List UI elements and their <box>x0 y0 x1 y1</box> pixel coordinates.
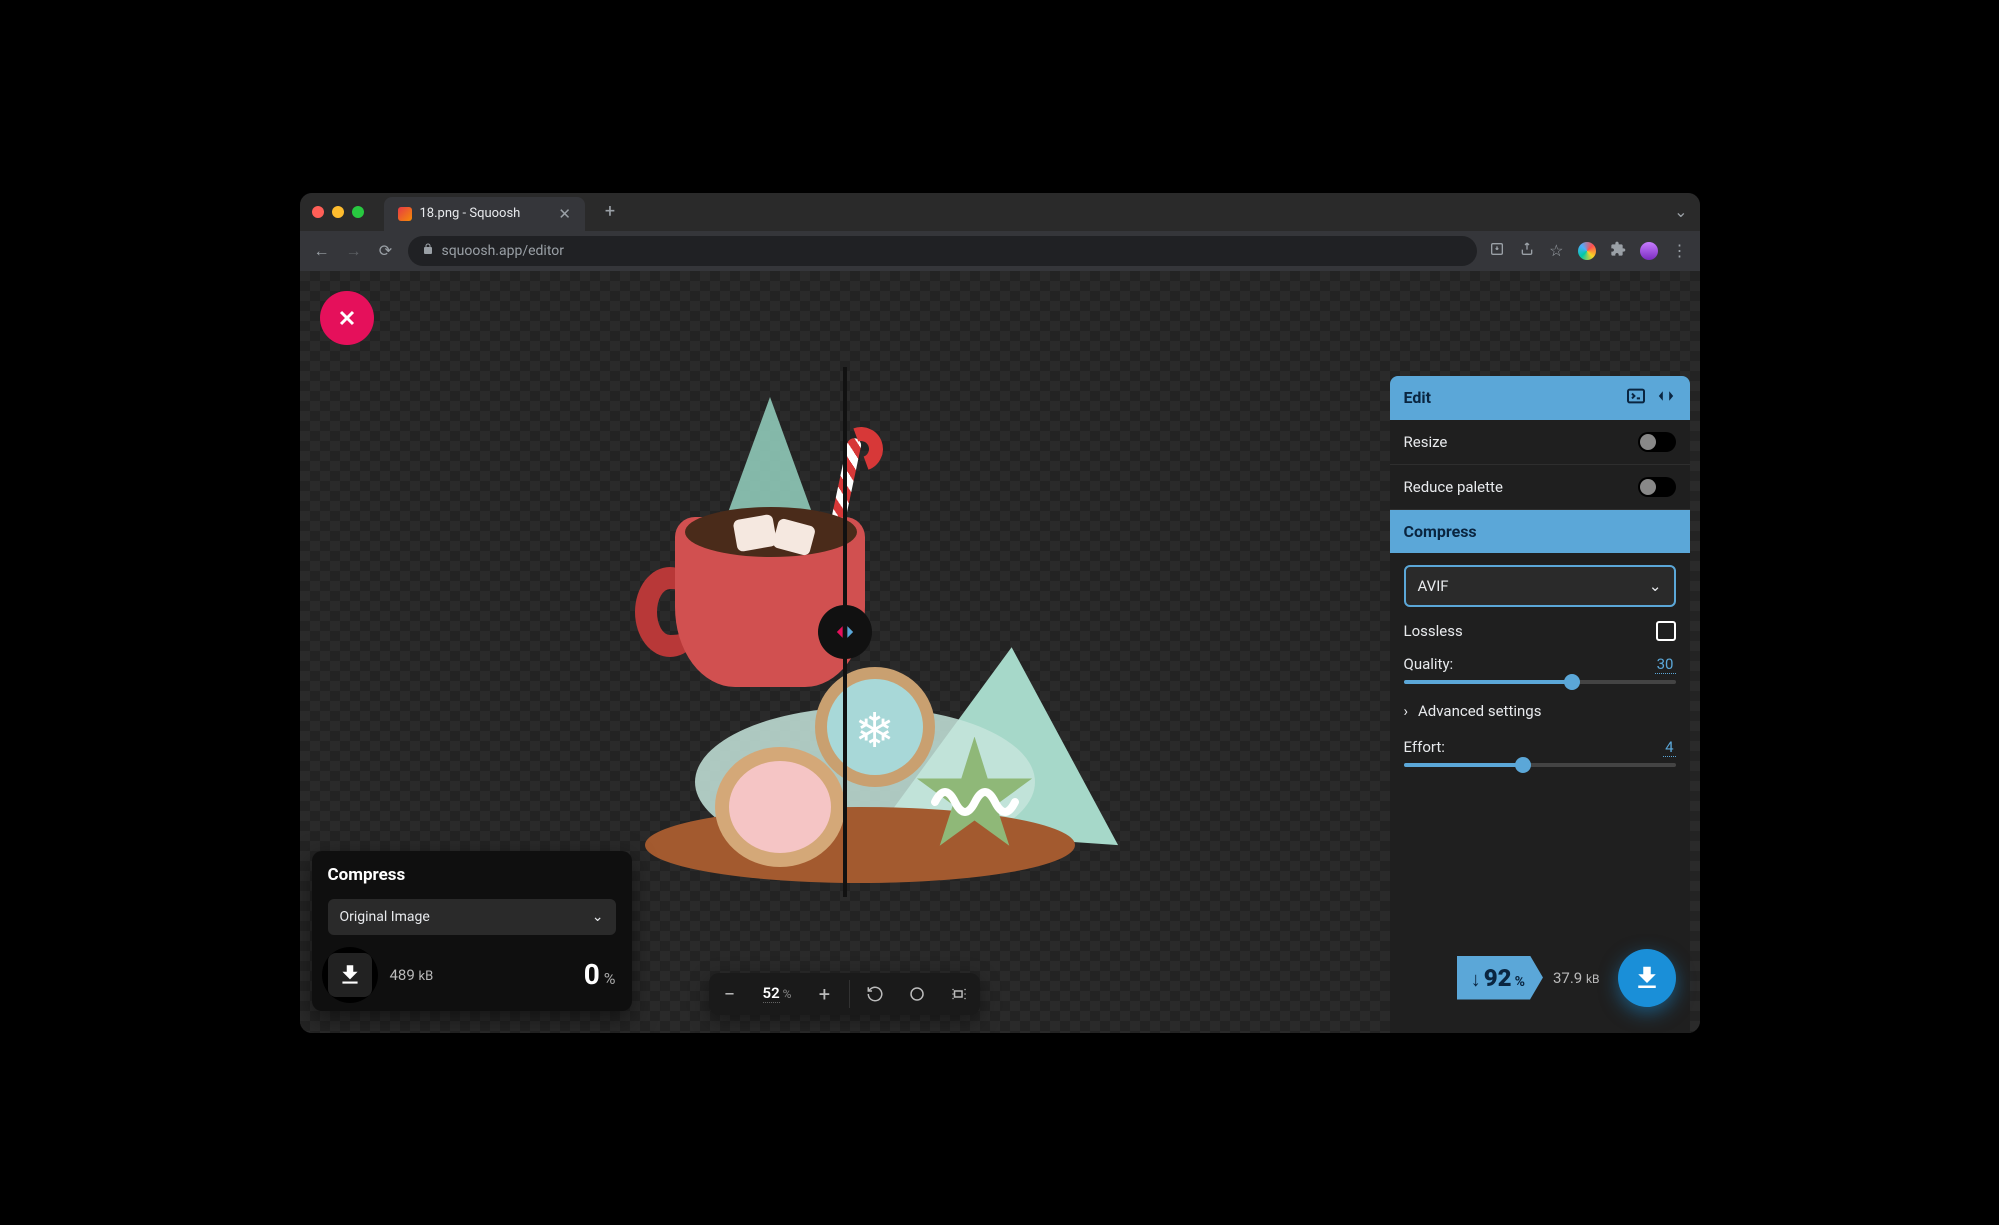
install-icon[interactable] <box>1489 241 1505 261</box>
left-filesize: 489 kB <box>390 966 434 984</box>
resize-row: Resize <box>1390 420 1690 465</box>
window-minimize-icon[interactable] <box>332 206 344 218</box>
lossless-checkbox[interactable] <box>1656 621 1676 641</box>
lossless-row: Lossless <box>1404 621 1676 641</box>
preview-image: ❄ <box>575 367 1115 897</box>
left-codec-label: Original Image <box>340 909 430 925</box>
forward-button[interactable]: → <box>344 241 364 261</box>
tabs-overflow-icon[interactable]: ⌄ <box>1674 202 1687 221</box>
left-panel-title: Compress <box>328 865 616 885</box>
resize-label: Resize <box>1404 433 1448 451</box>
toolbar-actions: ☆ ⋮ <box>1489 241 1687 261</box>
zoom-out-button[interactable]: − <box>709 973 751 1015</box>
left-compress-panel: Compress Original Image ⌄ 489 kB 0% <box>312 851 632 1011</box>
app-canvas: ❄ Compress Original Image ⌄ <box>300 271 1700 1033</box>
tab-close-icon[interactable]: ✕ <box>558 205 571 223</box>
traffic-lights <box>312 206 364 218</box>
extensions-icon[interactable] <box>1610 241 1626 261</box>
favicon-icon <box>398 207 412 221</box>
advanced-settings-toggle[interactable]: › Advanced settings <box>1404 698 1676 724</box>
fit-screen-button[interactable] <box>938 973 980 1015</box>
back-button[interactable]: ← <box>312 241 332 261</box>
zoom-controls: − 52 % + <box>709 973 981 1015</box>
advanced-label: Advanced settings <box>1418 702 1541 720</box>
reduce-palette-row: Reduce palette <box>1390 465 1690 510</box>
comparison-handle[interactable] <box>818 605 872 659</box>
effort-slider[interactable] <box>1404 763 1676 767</box>
reload-button[interactable]: ⟳ <box>376 241 396 260</box>
browser-toolbar: ← → ⟳ squoosh.app/editor ☆ ⋮ <box>300 231 1700 271</box>
lossless-label: Lossless <box>1404 622 1463 640</box>
quality-label: Quality: <box>1404 655 1454 674</box>
effort-value[interactable]: 4 <box>1663 738 1675 757</box>
new-tab-button[interactable]: + <box>605 201 615 222</box>
effort-row: Effort: 4 <box>1404 738 1676 767</box>
browser-window: 18.png - Squoosh ✕ + ⌄ ← → ⟳ squoosh.app… <box>300 193 1700 1033</box>
edit-header: Edit <box>1390 376 1690 420</box>
savings-badge: ↓92% <box>1457 956 1543 1000</box>
bookmark-icon[interactable]: ☆ <box>1549 241 1563 260</box>
left-stats: 489 kB 0% <box>328 953 616 997</box>
menu-icon[interactable]: ⋮ <box>1672 241 1688 260</box>
close-editor-button[interactable] <box>320 291 374 345</box>
left-codec-select[interactable]: Original Image ⌄ <box>328 899 616 935</box>
rotate-button[interactable] <box>854 973 896 1015</box>
window-close-icon[interactable] <box>312 206 324 218</box>
codec-label: AVIF <box>1418 577 1449 595</box>
image-preview-area[interactable]: ❄ Compress Original Image ⌄ <box>300 271 1390 1033</box>
compress-header: Compress <box>1390 510 1690 553</box>
quality-row: Quality: 30 <box>1404 655 1676 684</box>
reduce-palette-toggle[interactable] <box>1638 477 1676 497</box>
background-toggle-button[interactable] <box>896 973 938 1015</box>
lock-icon <box>422 243 434 259</box>
resize-toggle[interactable] <box>1638 432 1676 452</box>
cli-icon[interactable] <box>1626 388 1646 408</box>
extension-icon[interactable] <box>1578 242 1596 260</box>
url-text: squoosh.app/editor <box>442 243 565 259</box>
browser-tab[interactable]: 18.png - Squoosh ✕ <box>384 197 585 231</box>
download-right-button[interactable] <box>1618 949 1676 1007</box>
chevron-right-icon: › <box>1404 702 1409 720</box>
reduce-palette-label: Reduce palette <box>1404 478 1503 496</box>
codec-select[interactable]: AVIF ⌄ <box>1404 565 1676 607</box>
url-bar[interactable]: squoosh.app/editor <box>408 236 1478 266</box>
window-maximize-icon[interactable] <box>352 206 364 218</box>
zoom-level[interactable]: 52 % <box>751 984 804 1003</box>
right-options-panel: Edit Resize Reduce palette Compress AVIF <box>1390 376 1690 1033</box>
swap-panels-icon[interactable] <box>1656 388 1676 408</box>
quality-value[interactable]: 30 <box>1655 655 1676 674</box>
right-footer: ↓92% 37.9 kB <box>1404 937 1676 1021</box>
chevron-down-icon: ⌄ <box>592 909 604 925</box>
effort-label: Effort: <box>1404 738 1445 757</box>
chevron-down-icon: ⌄ <box>1649 577 1662 595</box>
download-left-button[interactable] <box>328 953 372 997</box>
quality-slider[interactable] <box>1404 680 1676 684</box>
titlebar: 18.png - Squoosh ✕ + ⌄ <box>300 193 1700 231</box>
share-icon[interactable] <box>1519 241 1535 261</box>
down-arrow-icon: ↓ <box>1471 967 1481 992</box>
left-savings: 0% <box>584 958 616 991</box>
profile-icon[interactable] <box>1640 242 1658 260</box>
right-filesize: 37.9 kB <box>1553 969 1600 987</box>
tab-title: 18.png - Squoosh <box>420 206 521 221</box>
zoom-in-button[interactable]: + <box>803 973 845 1015</box>
